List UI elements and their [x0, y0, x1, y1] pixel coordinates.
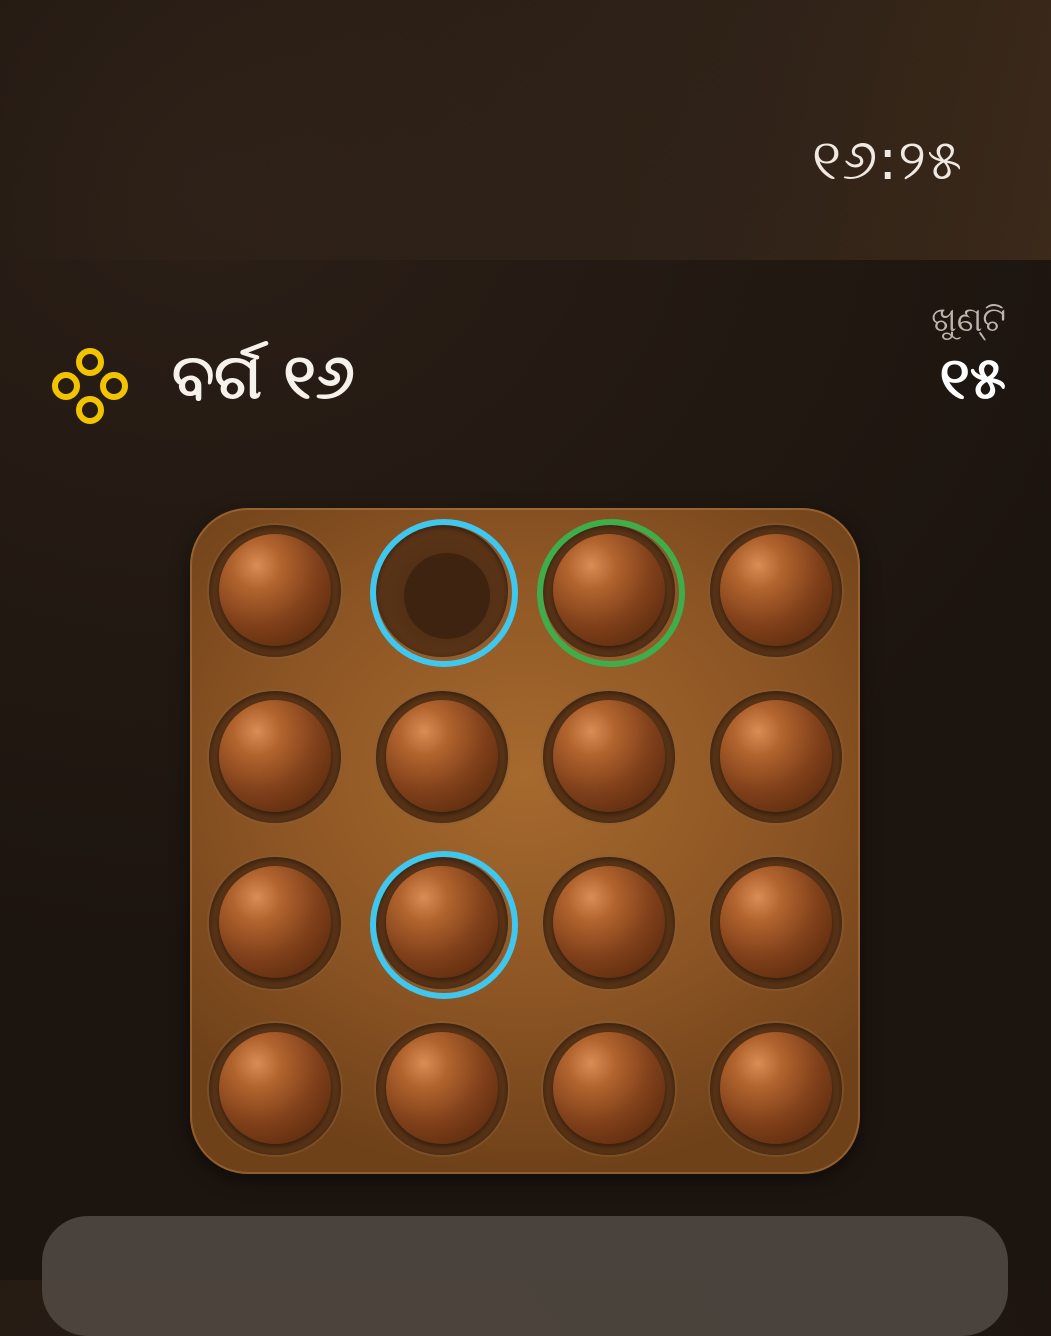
board-hole-r1c2[interactable] [370, 519, 518, 667]
peg[interactable] [386, 700, 498, 812]
board-hole-r4c4[interactable] [705, 1018, 847, 1160]
board-hole-r2c4[interactable] [705, 686, 847, 828]
peg[interactable] [720, 534, 832, 646]
peg[interactable] [553, 1032, 665, 1144]
board-hole-r2c3[interactable] [538, 686, 680, 828]
peg[interactable] [219, 866, 331, 978]
peg[interactable] [386, 1032, 498, 1144]
board-hole-r2c1[interactable] [204, 686, 346, 828]
peg[interactable] [720, 866, 832, 978]
board-hole-r1c3[interactable] [537, 519, 685, 667]
peg[interactable] [553, 866, 665, 978]
game-board [190, 508, 860, 1174]
peg[interactable] [219, 534, 331, 646]
level-header: ବର୍ଗ ୧୬ ଖୁଣ୍ଟି ୧୫ [46, 301, 1016, 440]
four-circles-icon [46, 342, 134, 430]
clock-display: ୧୬:୨୫ [811, 128, 963, 193]
peg[interactable] [219, 700, 331, 812]
board-hole-r3c3[interactable] [538, 852, 680, 994]
peg[interactable] [720, 1032, 832, 1144]
board-hole-r1c1[interactable] [204, 520, 346, 662]
board-hole-r4c2[interactable] [371, 1018, 513, 1160]
board-hole-r1c4[interactable] [705, 520, 847, 662]
peg-counter-value: ୧୫ [939, 344, 1006, 413]
peg[interactable] [219, 1032, 331, 1144]
board-hole-r3c1[interactable] [204, 852, 346, 994]
peg[interactable] [553, 700, 665, 812]
peg-counter-label: ଖୁଣ୍ଟି [931, 300, 1006, 340]
peg-counter: ଖୁଣ୍ଟି ୧୫ [931, 300, 1006, 413]
board-hole-r4c1[interactable] [204, 1018, 346, 1160]
blue-highlight-ring [370, 519, 518, 667]
board-hole-r3c4[interactable] [705, 852, 847, 994]
board-hole-r3c2[interactable] [370, 851, 518, 999]
level-title: ବର୍ଗ ୧୬ [172, 340, 355, 413]
peg[interactable] [720, 700, 832, 812]
board-hole-r4c3[interactable] [538, 1018, 680, 1160]
blue-highlight-ring [370, 851, 518, 999]
bottom-panel [42, 1216, 1008, 1336]
board-hole-r2c2[interactable] [371, 686, 513, 828]
green-highlight-ring [537, 519, 685, 667]
